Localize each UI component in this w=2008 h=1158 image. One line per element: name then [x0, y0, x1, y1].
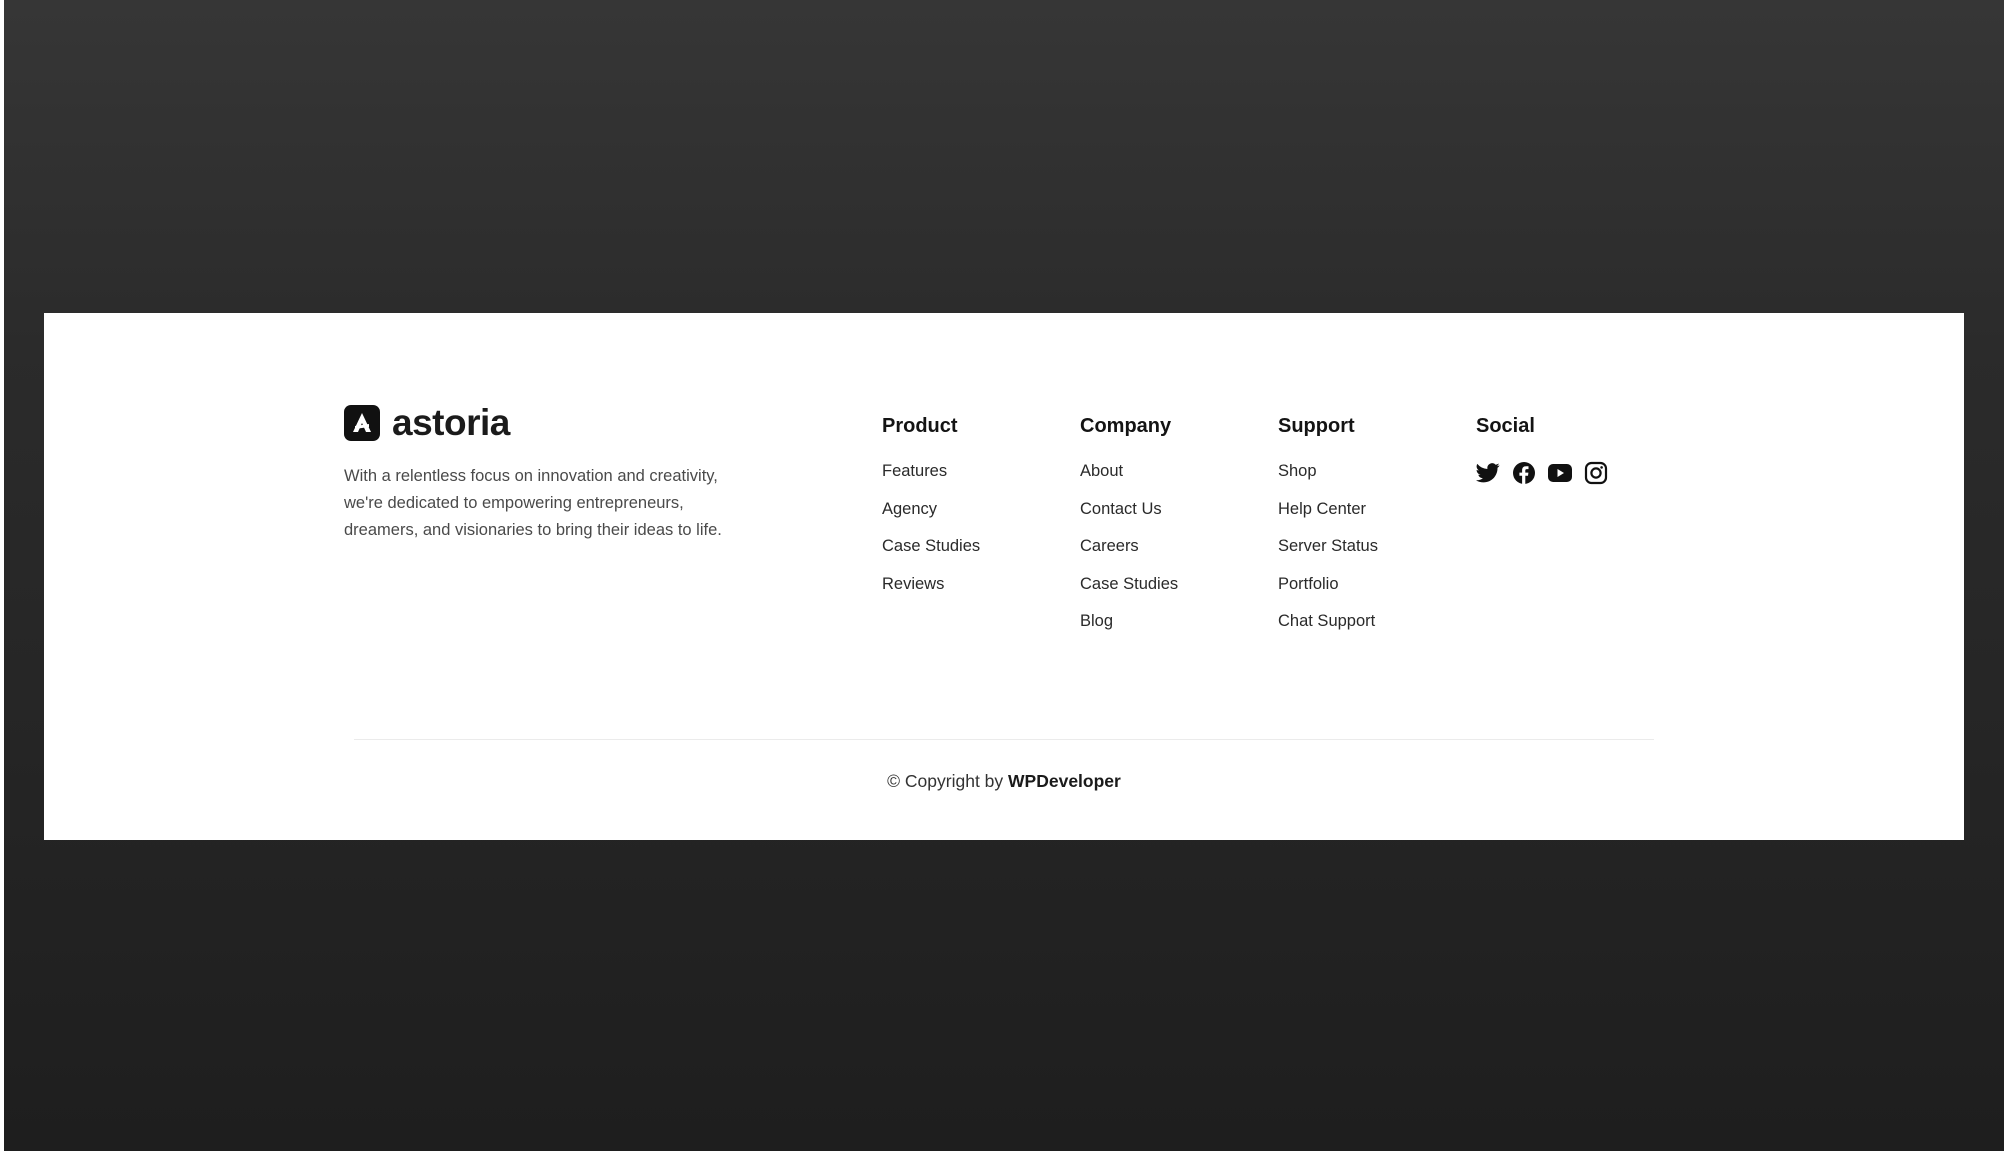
- footer-link-features[interactable]: Features: [882, 461, 980, 499]
- footer-link-reviews[interactable]: Reviews: [882, 574, 980, 612]
- twitter-icon[interactable]: [1476, 461, 1500, 485]
- social-links: [1476, 461, 1608, 485]
- company-column: Company About Contact Us Careers Case St…: [1080, 413, 1178, 649]
- footer-link-shop[interactable]: Shop: [1278, 461, 1378, 499]
- site-footer: astoria With a relentless focus on innov…: [44, 313, 1964, 840]
- brand[interactable]: astoria: [344, 403, 510, 443]
- social-column: Social: [1476, 413, 1608, 485]
- copyright-prefix: © Copyright by: [887, 771, 1004, 791]
- footer-link-case-studies[interactable]: Case Studies: [882, 536, 980, 574]
- instagram-icon[interactable]: [1584, 461, 1608, 485]
- footer-link-careers[interactable]: Careers: [1080, 536, 1178, 574]
- footer-link-chat-support[interactable]: Chat Support: [1278, 611, 1378, 649]
- astoria-logo-icon: [344, 405, 380, 441]
- facebook-icon[interactable]: [1512, 461, 1536, 485]
- footer-link-help-center[interactable]: Help Center: [1278, 499, 1378, 537]
- youtube-icon[interactable]: [1548, 461, 1572, 485]
- column-title-company: Company: [1080, 415, 1172, 437]
- column-title-support: Support: [1278, 415, 1355, 437]
- column-title-social: Social: [1476, 415, 1535, 437]
- footer-link-company-case-studies[interactable]: Case Studies: [1080, 574, 1178, 612]
- support-column: Support Shop Help Center Server Status P…: [1278, 413, 1378, 649]
- product-column: Product Features Agency Case Studies Rev…: [882, 413, 980, 611]
- copyright-owner-link[interactable]: WPDeveloper: [1008, 771, 1121, 791]
- brand-description: With a relentless focus on innovation an…: [344, 467, 722, 539]
- footer-link-portfolio[interactable]: Portfolio: [1278, 574, 1378, 612]
- footer-divider: [354, 739, 1654, 740]
- column-title-product: Product: [882, 415, 958, 437]
- footer-link-blog[interactable]: Blog: [1080, 611, 1178, 649]
- footer-link-about[interactable]: About: [1080, 461, 1178, 499]
- footer-link-server-status[interactable]: Server Status: [1278, 536, 1378, 574]
- brand-name: astoria: [392, 402, 510, 443]
- copyright-text: © Copyright by WPDeveloper: [44, 771, 1964, 792]
- footer-link-agency[interactable]: Agency: [882, 499, 980, 537]
- footer-link-contact-us[interactable]: Contact Us: [1080, 499, 1178, 537]
